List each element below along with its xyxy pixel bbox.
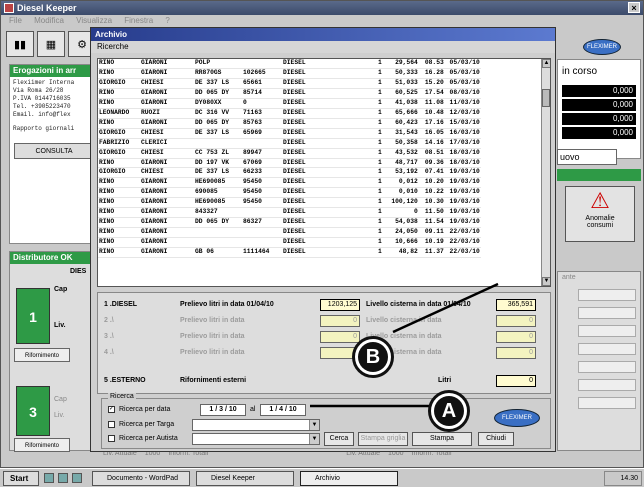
task-archivio[interactable]: Archivio: [300, 471, 398, 486]
task-diesel-keeper[interactable]: Diesel Keeper: [196, 471, 294, 486]
desktop-icon[interactable]: [44, 473, 54, 483]
task-wordpad[interactable]: Documento - WordPad: [92, 471, 190, 486]
clock: 14.30: [604, 471, 642, 486]
callout-b: B: [352, 336, 394, 378]
callout-b-line: [392, 282, 499, 334]
browser-icon[interactable]: [58, 473, 68, 483]
taskbar: Start Documento - WordPad Diesel Keeper …: [0, 468, 644, 487]
folder-icon[interactable]: [72, 473, 82, 483]
callout-a: A: [428, 390, 470, 432]
start-button[interactable]: Start: [3, 471, 39, 486]
callout-lines: [310, 282, 499, 408]
